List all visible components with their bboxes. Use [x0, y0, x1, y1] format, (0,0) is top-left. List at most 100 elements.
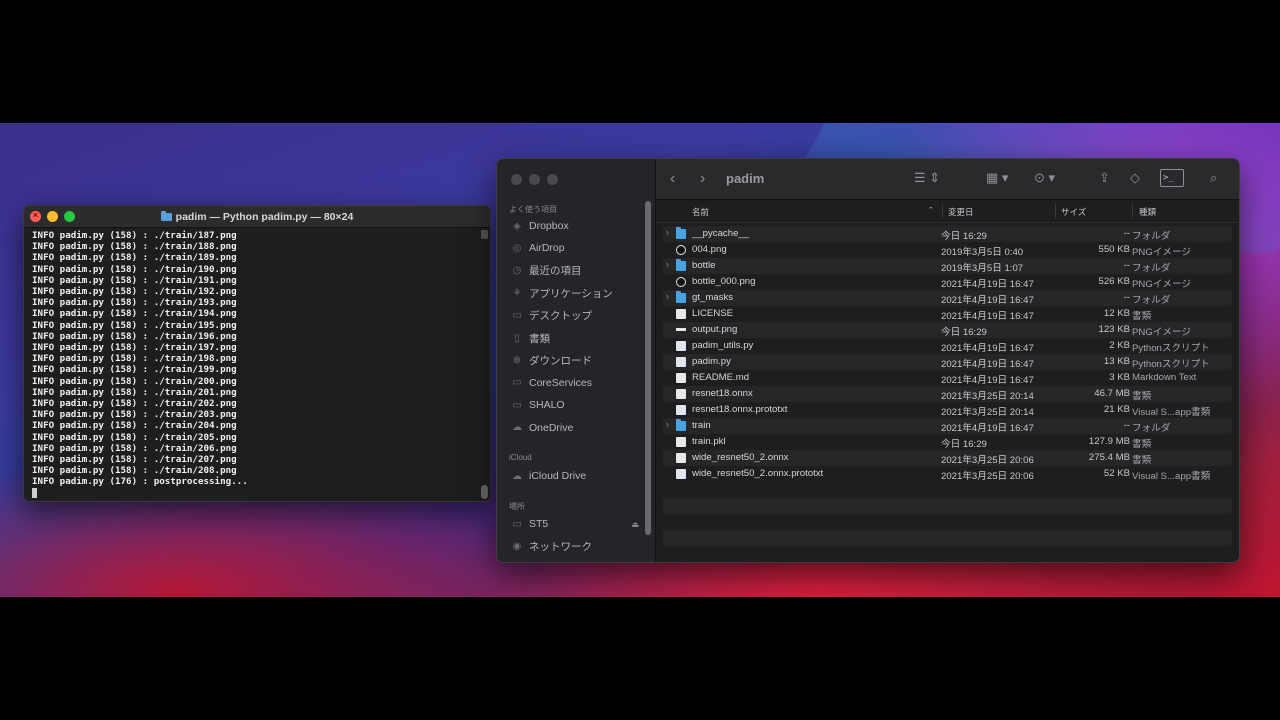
eject-icon[interactable]: ⏏	[631, 520, 639, 529]
file-row[interactable]: padim.py 2021年4月19日 16:47 13 KB Pythonスクリプト	[663, 354, 1232, 370]
file-row[interactable]: wide_resnet50_2.onnx.prototxt 2021年3月25日 …	[663, 466, 1232, 482]
file-size: 21 KB	[1103, 404, 1130, 415]
file-row[interactable]: resnet18.onnx 2021年3月25日 20:14 46.7 MB 書類	[663, 386, 1232, 402]
terminal-scrollbar[interactable]	[481, 228, 488, 499]
file-row[interactable]: padim_utils.py 2021年4月19日 16:47 2 KB Python…	[663, 338, 1232, 354]
action-menu-icon[interactable]: ⊙ ▾	[1034, 170, 1055, 186]
close-button[interactable]: ×	[30, 210, 41, 222]
disclosure-chevron-icon[interactable]: ›	[666, 227, 669, 237]
share-icon[interactable]: ⇪	[1099, 170, 1110, 186]
sidebar-item[interactable]: ◎ AirDrop	[511, 239, 643, 257]
file-name: train	[692, 420, 711, 431]
image-file-icon	[676, 245, 686, 255]
sidebar-item[interactable]: ◈ Dropbox	[511, 217, 643, 235]
column-date[interactable]: 変更日	[948, 206, 974, 218]
file-date: 2021年4月19日 16:47	[941, 359, 1034, 370]
close-button[interactable]	[511, 174, 522, 185]
sidebar-item-label: AirDrop	[529, 242, 565, 255]
file-kind: PNGイメージ	[1132, 327, 1191, 338]
sidebar-item[interactable]: ◉ ネットワーク	[511, 537, 643, 555]
file-row[interactable]: output.png 今日 16:29 123 KB PNGイメージ	[663, 322, 1232, 338]
sidebar-item-label: OneDrive	[529, 421, 574, 434]
file-row[interactable]: resnet18.onnx.prototxt 2021年3月25日 20:14 21…	[663, 402, 1232, 418]
sidebar-item-label: CoreServices	[529, 376, 593, 389]
file-date: 2021年3月25日 20:06	[941, 471, 1034, 482]
sidebar-item[interactable]: ▭ CoreServices	[511, 374, 643, 392]
file-kind: 書類	[1132, 311, 1152, 322]
back-icon[interactable]: ‹	[670, 170, 675, 188]
terminal-titlebar[interactable]: × padim — Python padim.py — 80×24	[24, 206, 490, 228]
file-kind: PNGイメージ	[1132, 247, 1191, 258]
clock-icon: ◷	[512, 265, 522, 277]
file-row[interactable]: › __pycache__ 今日 16:29 -- フォルダ	[663, 226, 1232, 242]
script-file-icon	[676, 341, 686, 351]
desktop-icon: ▭	[512, 310, 522, 322]
forward-icon[interactable]: ›	[700, 170, 705, 188]
column-size[interactable]: サイズ	[1061, 206, 1086, 218]
terminal-line: INFO padim.py (158) : ./train/198.png	[32, 353, 237, 365]
sidebar-item[interactable]: ▭ SHALO	[511, 396, 643, 414]
file-row[interactable]: › bottle 2019年3月5日 1:07 -- フォルダ	[663, 258, 1232, 274]
sidebar-item[interactable]: ⚘ アプリケーション	[511, 284, 643, 302]
scrollbar-thumb[interactable]	[481, 485, 488, 499]
file-date: 2021年3月25日 20:14	[941, 407, 1034, 418]
minimize-button[interactable]	[529, 174, 540, 185]
zoom-button[interactable]	[64, 211, 75, 222]
file-date: 2021年4月19日 16:47	[941, 375, 1034, 386]
terminal-line: INFO padim.py (158) : ./train/193.png	[32, 297, 237, 309]
sidebar-item[interactable]: ▭ デスクトップ	[511, 307, 643, 325]
folder-icon	[676, 291, 686, 303]
terminal-output[interactable]: INFO padim.py (158) : ./train/187.png INF…	[24, 228, 480, 501]
terminal-title: padim — Python padim.py — 80×24	[160, 210, 353, 223]
file-size: 275.4 MB	[1088, 452, 1130, 463]
file-size: 550 KB	[1098, 244, 1130, 255]
disclosure-chevron-icon[interactable]: ›	[666, 259, 669, 269]
search-icon[interactable]: ⌕	[1210, 170, 1217, 186]
sidebar-item[interactable]: ▭ ST5 ⏏	[511, 515, 643, 533]
terminal-line: INFO padim.py (158) : ./train/196.png	[32, 330, 237, 342]
list-view-icon[interactable]: ☰ ⇕	[914, 170, 940, 186]
minimize-button[interactable]	[47, 211, 58, 222]
file-kind: Visual S...app書類	[1132, 471, 1211, 482]
terminal-window[interactable]: × padim — Python padim.py — 80×24 INFO p…	[23, 205, 491, 502]
sidebar-section-locations: 場所	[509, 502, 525, 511]
sidebar-item[interactable]: ⊕ ダウンロード	[511, 351, 643, 369]
terminal-line: INFO padim.py (158) : ./train/192.png	[32, 286, 237, 298]
terminal-icon[interactable]: >_	[1160, 169, 1184, 187]
disclosure-chevron-icon[interactable]: ›	[666, 419, 669, 429]
column-name[interactable]: 名前	[692, 206, 709, 218]
document-icon: ▯	[514, 332, 520, 344]
zoom-button[interactable]	[547, 174, 558, 185]
script-file-icon	[676, 405, 686, 415]
sidebar-item[interactable]: ▯ 書類	[511, 329, 643, 347]
sidebar-item-label: ダウンロード	[529, 354, 592, 367]
tag-icon[interactable]: ◇	[1130, 170, 1140, 186]
file-row[interactable]: train.pkl 今日 16:29 127.9 MB 書類	[663, 434, 1232, 450]
file-date: 2021年4月19日 16:47	[941, 295, 1034, 306]
sidebar-item-label: Dropbox	[529, 220, 569, 232]
file-kind: 書類	[1132, 391, 1152, 402]
file-row[interactable]: bottle_000.png 2021年4月19日 16:47 526 KB PNGイ…	[663, 274, 1232, 290]
file-row[interactable]: 004.png 2019年3月5日 0:40 550 KB PNGイメージ	[663, 242, 1232, 258]
finder-window[interactable]: よく使う項目 ◈ Dropbox ◎ AirDrop ◷ 最近の項目 ⚘ アプリケーション ▭ デ…	[496, 158, 1240, 563]
sidebar-item[interactable]: ☁ OneDrive	[511, 419, 643, 437]
file-row[interactable]: › train 2021年4月19日 16:47 -- フォルダ	[663, 418, 1232, 434]
file-row[interactable]: README.md 2021年4月19日 16:47 3 KB Markdown Te…	[663, 370, 1232, 386]
file-name: resnet18.onnx	[692, 388, 753, 399]
sidebar-item[interactable]: ☁ iCloud Drive	[511, 467, 643, 485]
document-icon	[676, 389, 686, 399]
file-row[interactable]: › gt_masks 2021年4月19日 16:47 -- フォルダ	[663, 290, 1232, 306]
file-row[interactable]: LICENSE 2021年4月19日 16:47 12 KB 書類	[663, 306, 1232, 322]
file-size: 123 KB	[1098, 324, 1130, 335]
file-name: 004.png	[692, 244, 727, 255]
sidebar-item-label: 最近の項目	[529, 265, 582, 278]
group-view-icon[interactable]: ▦ ▾	[986, 170, 1008, 186]
sidebar-item[interactable]: ◷ 最近の項目	[511, 262, 643, 280]
column-kind[interactable]: 種類	[1139, 206, 1156, 218]
sidebar-scrollbar[interactable]	[645, 201, 651, 535]
terminal-line: INFO padim.py (158) : ./train/206.png	[32, 442, 237, 454]
file-row[interactable]: wide_resnet50_2.onnx 2021年3月25日 20:06 275.…	[663, 450, 1232, 466]
file-kind: フォルダ	[1132, 263, 1171, 274]
terminal-line: INFO padim.py (158) : ./train/203.png	[32, 409, 237, 421]
disclosure-chevron-icon[interactable]: ›	[666, 291, 669, 301]
